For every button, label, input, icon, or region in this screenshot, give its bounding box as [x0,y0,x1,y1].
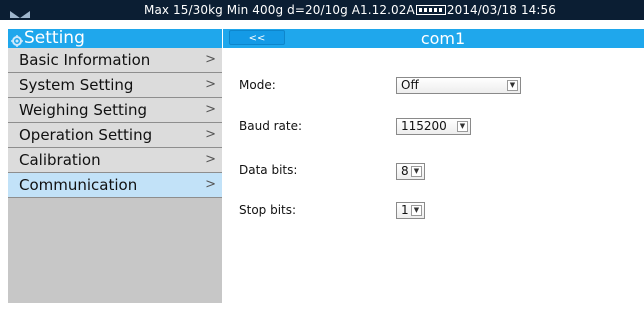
status-info: Max 15/30kg Min 400g d=20/10g A1.12.02A 2… [144,0,556,20]
sidebar: Basic Information > System Setting > Wei… [8,48,222,303]
back-button[interactable]: << [229,30,285,45]
status-date: 2014/03/18 [446,3,518,17]
mode-value: Off [401,78,419,92]
dropdown-arrow-icon: ▼ [507,80,518,91]
com-settings-form: Mode: Off ▼ Baud rate: 115200 ▼ Data bit… [223,48,644,309]
data-bits-select[interactable]: 8 ▼ [396,163,425,180]
baud-rate-label: Baud rate: [239,119,303,133]
sidebar-item-system-setting[interactable]: System Setting > [8,73,222,98]
mode-label: Mode: [239,78,276,92]
sidebar-item-label: Calibration [19,151,101,169]
page-title: com1 [420,29,466,48]
status-scale-info: Max 15/30kg Min 400g d=20/10g A1.12.02A [144,3,415,17]
chevron-right-icon: > [205,127,216,142]
brand-logo-icon [9,5,31,20]
sidebar-item-label: Communication [19,176,138,194]
sidebar-item-label: Basic Information [19,51,151,69]
status-bar: Max 15/30kg Min 400g d=20/10g A1.12.02A 2… [0,0,644,20]
stop-bits-label: Stop bits: [239,203,297,217]
chevron-right-icon: > [205,152,216,167]
battery-icon [415,5,446,15]
sidebar-item-label: Weighing Setting [19,101,148,119]
settings-header: Setting [8,28,222,48]
sidebar-item-operation-setting[interactable]: Operation Setting > [8,123,222,148]
dropdown-arrow-icon: ▼ [457,121,468,132]
dropdown-arrow-icon: ▼ [411,166,422,177]
sidebar-item-communication[interactable]: Communication > [8,173,222,198]
sidebar-item-basic-information[interactable]: Basic Information > [8,48,222,73]
sidebar-item-calibration[interactable]: Calibration > [8,148,222,173]
status-time: 14:56 [520,3,557,17]
sidebar-item-label: System Setting [19,76,134,94]
baud-rate-value: 115200 [401,119,447,133]
chevron-right-icon: > [205,52,216,67]
chevron-right-icon: > [205,177,216,192]
chevron-right-icon: > [205,77,216,92]
stop-bits-value: 1 [401,203,409,217]
mode-select[interactable]: Off ▼ [396,77,521,94]
page-header: << com1 [223,29,644,48]
chevron-right-icon: > [205,102,216,117]
settings-title: Setting [24,28,85,48]
dropdown-arrow-icon: ▼ [411,205,422,216]
data-bits-label: Data bits: [239,163,298,177]
stop-bits-select[interactable]: 1 ▼ [396,202,425,219]
sidebar-item-weighing-setting[interactable]: Weighing Setting > [8,98,222,123]
sidebar-item-label: Operation Setting [19,126,153,144]
baud-rate-select[interactable]: 115200 ▼ [396,118,471,135]
data-bits-value: 8 [401,164,409,178]
